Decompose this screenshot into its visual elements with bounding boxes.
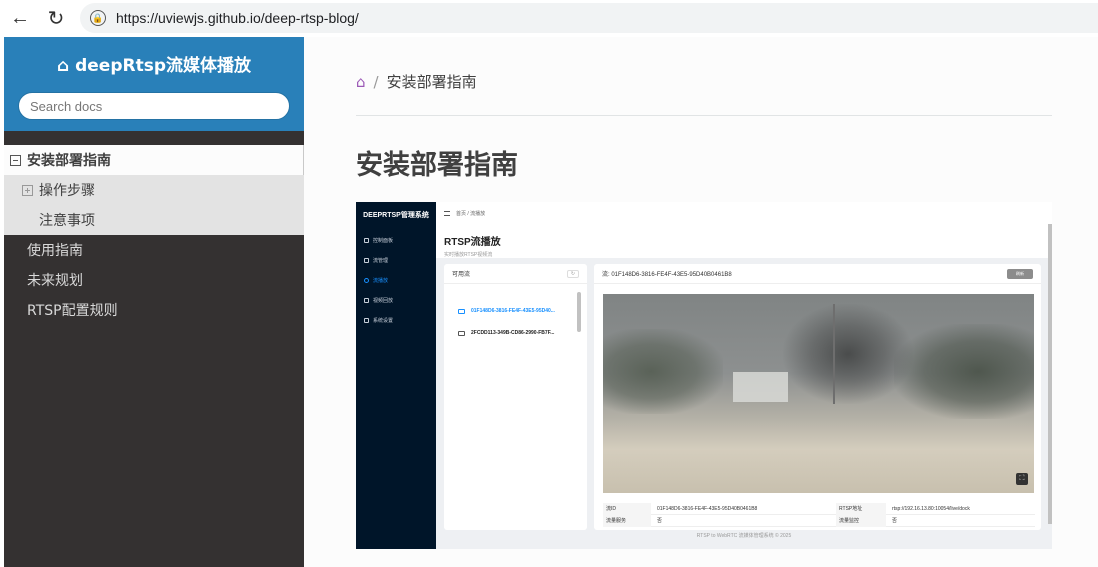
breadcrumb-current: 安装部署指南: [386, 73, 477, 91]
refresh-icon: ↻: [567, 269, 579, 278]
screenshot-page-subtitle: 实时播放RTSP视频流: [444, 252, 493, 258]
screenshot-player-title: 流: 01F148D6-3816-FE4F-43E5-95D40B0461B8: [602, 272, 732, 278]
reload-icon[interactable]: ↻: [38, 1, 74, 37]
info-value: 否: [892, 518, 898, 524]
brand-title: deepRtsp流媒体播放: [75, 56, 251, 76]
menu-icon: [444, 210, 450, 216]
stream-name: 01F148D6-3816-FE4F-43E5-95D40...: [471, 308, 555, 314]
sidebar-item-steps[interactable]: 操作步骤: [4, 175, 304, 205]
screenshot-menu-item: 系统设置: [356, 310, 436, 330]
list-item: 2FCDD113-349B-CD86-2990-FB7F...: [444, 322, 587, 344]
fullscreen-icon: ⛶: [1016, 473, 1028, 485]
screenshot-refresh-button: 刷新: [1007, 268, 1033, 279]
address-bar[interactable]: 🔒 https://uviewjs.github.io/deep-rtsp-bl…: [80, 3, 1098, 33]
home-icon: ⌂: [57, 56, 70, 76]
collapse-icon[interactable]: [10, 154, 21, 166]
page-title: 安装部署指南: [356, 150, 518, 181]
sidebar-item-rtsp-rules[interactable]: RTSP配置规则: [4, 295, 304, 325]
camera-icon: [458, 308, 465, 314]
screenshot-menu-item: 视频回放: [356, 290, 436, 310]
info-value: rtsp://192.16.13.80:10054/live/dock: [892, 505, 970, 512]
info-key: 流ID: [603, 502, 651, 515]
breadcrumb-separator: /: [373, 72, 379, 91]
screenshot-menu-label: 控制面板: [373, 237, 394, 244]
sidebar-item-notes[interactable]: 注意事项: [4, 205, 304, 235]
sidebar-item-label: 使用指南: [27, 243, 83, 259]
sidebar-item-label: RTSP配置规则: [27, 303, 118, 319]
screenshot-menu-label: 流管理: [373, 257, 389, 264]
screenshot-menu-item: 流播放: [356, 270, 436, 290]
site-info-icon[interactable]: 🔒: [90, 10, 106, 26]
screenshot-menu: 控制面板 流管理 流播放 视频回放 系统设置: [356, 230, 436, 330]
browser-toolbar: ← ↻ 🔒 https://uviewjs.github.io/deep-rts…: [0, 0, 1098, 37]
expand-icon[interactable]: [22, 184, 33, 196]
doc-sidebar: ⌂ deepRtsp流媒体播放 安装部署指南 操作步骤 注意事项 使用指南 未来…: [4, 37, 304, 567]
info-key: 流量服务: [603, 514, 651, 527]
screenshot-list-header: 可用流 ↻: [444, 264, 587, 284]
info-value: 否: [657, 518, 663, 524]
sidebar-header: ⌂ deepRtsp流媒体播放: [4, 37, 304, 131]
video-icon: [364, 297, 369, 303]
dashboard-icon: [364, 237, 369, 243]
video-trees-right: [894, 324, 1034, 419]
scrollbar: [1048, 224, 1052, 524]
settings-icon: [364, 317, 369, 323]
sidebar-item-usage[interactable]: 使用指南: [4, 235, 304, 265]
video-building: [733, 372, 788, 402]
screenshot-info-table: 流ID 01F148D6-3816-FE4F-43E5-95D40B0461B8…: [603, 502, 1035, 527]
list-item: 01F148D6-3816-FE4F-43E5-95D40...: [444, 300, 587, 322]
screenshot-footer: RTSP to WebRTC 流媒体管理系统 © 2025: [696, 533, 792, 539]
info-key: 流量监控: [836, 514, 886, 527]
screenshot-stream-list: 可用流 ↻ 01F148D6-3816-FE4F-43E5-95D40... 2…: [444, 264, 587, 530]
play-icon: [364, 277, 369, 283]
sidebar-item-roadmap[interactable]: 未来规划: [4, 265, 304, 295]
home-icon[interactable]: ⌂: [356, 73, 366, 91]
search-input[interactable]: [18, 92, 290, 120]
screenshot-list-title: 可用流: [452, 272, 471, 278]
breadcrumb: ⌂ / 安装部署指南: [356, 71, 477, 92]
brand-link[interactable]: ⌂ deepRtsp流媒体播放: [4, 51, 304, 76]
info-value: 01F148D6-3816-FE4F-43E5-95D40B0461B8: [657, 505, 758, 512]
sidebar-item-label: 注意事项: [39, 213, 95, 229]
screenshot-player-panel: 流: 01F148D6-3816-FE4F-43E5-95D40B0461B8 …: [594, 264, 1041, 530]
screenshot-sidebar: DEEPRTSP管理系统 控制面板 流管理 流播放 视频回放 系统设置: [356, 202, 436, 549]
sidebar-item-install[interactable]: 安装部署指南: [4, 145, 304, 175]
back-arrow-icon[interactable]: ←: [2, 1, 38, 37]
table-row: 流ID 01F148D6-3816-FE4F-43E5-95D40B0461B8…: [603, 502, 1035, 515]
app-screenshot-image: DEEPRTSP管理系统 控制面板 流管理 流播放 视频回放 系统设置 首页 /…: [356, 202, 1052, 549]
screenshot-player-header: 流: 01F148D6-3816-FE4F-43E5-95D40B0461B8 …: [594, 264, 1041, 284]
screenshot-page-title: RTSP流播放: [444, 237, 501, 248]
video-trees-left: [603, 329, 723, 414]
camera-icon: [458, 330, 465, 336]
scrollbar: [577, 292, 581, 332]
divider: [356, 115, 1052, 116]
table-row: 流量服务 否 流量监控 否: [603, 514, 1035, 527]
gear-icon: [364, 257, 369, 263]
info-key: RTSP地址: [836, 502, 886, 515]
screenshot-menu-label: 视频回放: [373, 297, 394, 304]
screenshot-topbar: 首页 / 流播放: [436, 202, 1052, 224]
video-pole: [833, 304, 835, 404]
screenshot-breadcrumb: 首页 / 流播放: [456, 210, 486, 217]
sidebar-item-label: 未来规划: [27, 273, 83, 289]
sidebar-item-label: 操作步骤: [39, 183, 95, 199]
screenshot-app-title: DEEPRTSP管理系统: [363, 212, 429, 219]
screenshot-menu-item: 流管理: [356, 250, 436, 270]
screenshot-menu-item: 控制面板: [356, 230, 436, 250]
main-content: ⌂ / 安装部署指南 安装部署指南 DEEPRTSP管理系统 控制面板 流管理 …: [304, 37, 1098, 567]
stream-name: 2FCDD113-349B-CD86-2990-FB7F...: [471, 330, 555, 336]
screenshot-menu-label: 流播放: [373, 277, 389, 284]
screenshot-menu-label: 系统设置: [373, 317, 394, 324]
video-smoke: [783, 304, 913, 404]
screenshot-page-header: RTSP流播放 实时播放RTSP视频流: [436, 224, 1052, 258]
url-text[interactable]: https://uviewjs.github.io/deep-rtsp-blog…: [116, 10, 359, 26]
sidebar-item-label: 安装部署指南: [27, 153, 111, 169]
video-frame: ⛶: [603, 294, 1034, 493]
sidebar-nav: 安装部署指南 操作步骤 注意事项 使用指南 未来规划 RTSP配置规则: [4, 145, 304, 325]
